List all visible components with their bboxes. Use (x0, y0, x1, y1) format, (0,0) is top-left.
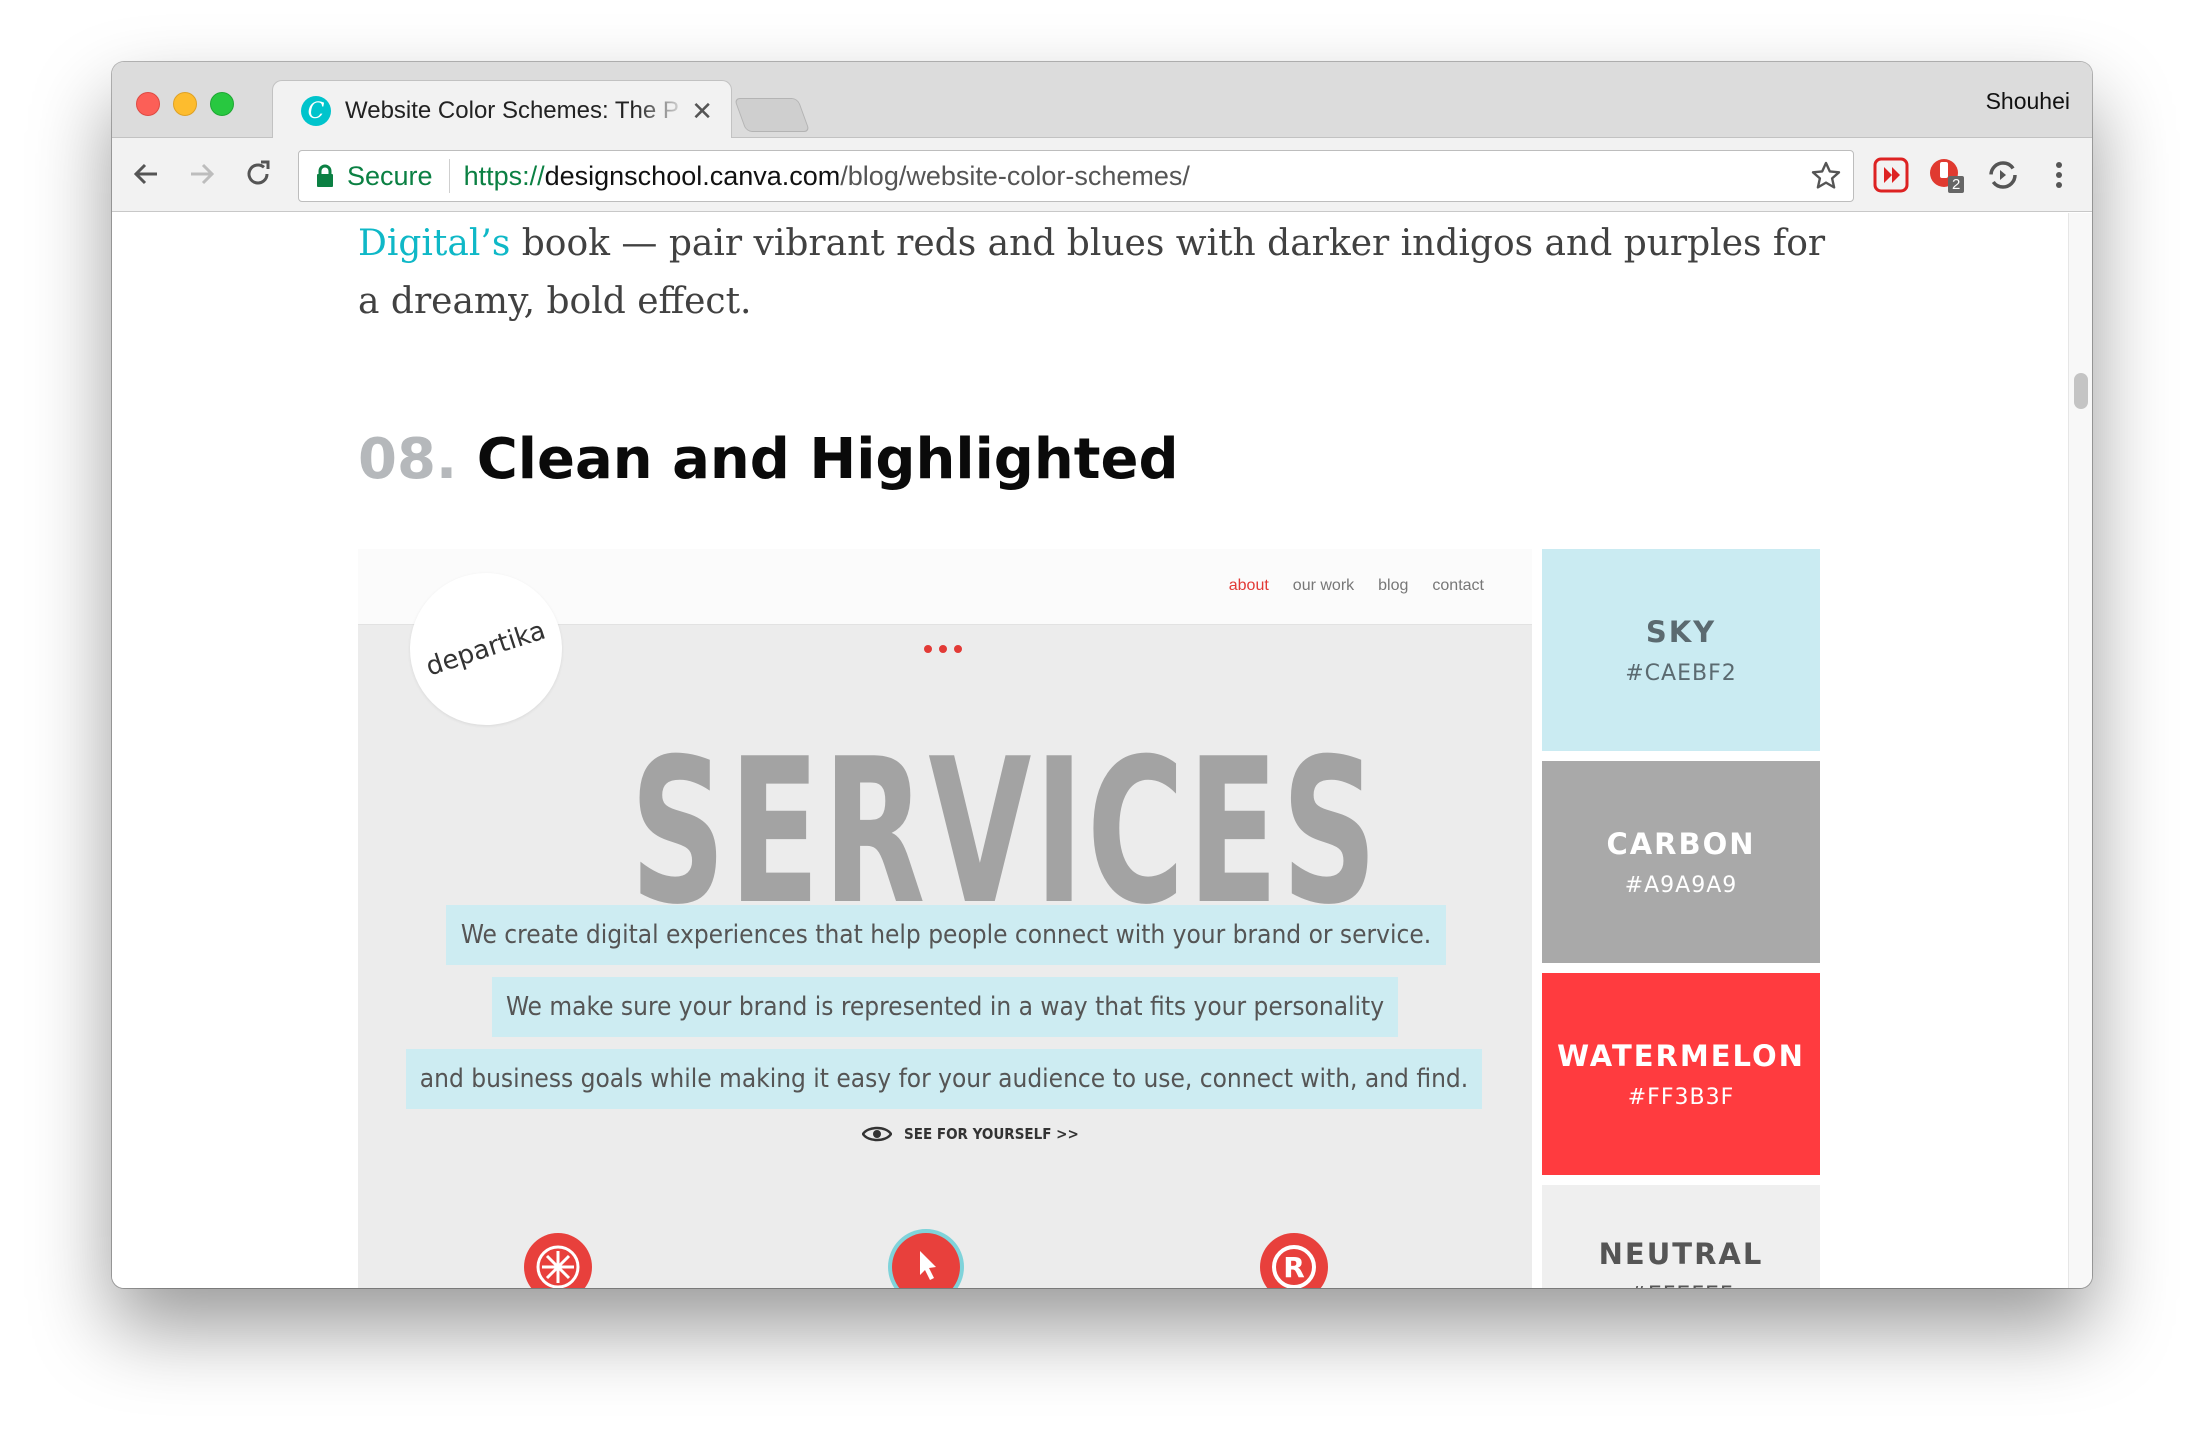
tab-active[interactable]: C Website Color Schemes: The P ✕ (272, 80, 732, 139)
example-nav-contact: contact (1432, 577, 1484, 594)
video-extension-icon[interactable] (1872, 156, 1910, 194)
swatch-carbon: CARBON #A9A9A9 (1542, 761, 1820, 963)
minimize-window-button[interactable] (173, 92, 197, 116)
tab-title: Website Color Schemes: The P (345, 97, 679, 124)
service-line-1: We create digital experiences that help … (446, 905, 1446, 965)
swatch-hex: #CAEBF2 (1625, 660, 1737, 686)
digital-book-link[interactable]: Digital’s (358, 223, 510, 264)
swatch-name: NEUTRAL (1598, 1237, 1764, 1271)
bookmark-star-icon[interactable] (1809, 159, 1843, 193)
page-content: Digital’s book — pair vibrant reds and b… (112, 213, 2092, 1288)
profile-name[interactable]: Shouhei (1986, 88, 2070, 115)
canva-favicon-icon: C (301, 96, 331, 126)
swatch-hex: #A9A9A9 (1624, 872, 1738, 898)
swatch-name: SKY (1645, 614, 1717, 649)
sync-extension-icon[interactable] (1984, 156, 2022, 194)
svg-text:R: R (1283, 1251, 1305, 1284)
swatch-name: CARBON (1606, 826, 1756, 861)
cursor-service-icon (892, 1233, 960, 1288)
eye-icon (862, 1126, 892, 1142)
swatch-name: WATERMELON (1557, 1038, 1805, 1073)
reload-button[interactable] (238, 154, 278, 194)
scrollbar-thumb[interactable] (2074, 373, 2088, 409)
section-heading: 08. Clean and Highlighted (358, 427, 1179, 492)
extension-badge-count: 2 (1948, 176, 1965, 193)
registered-service-icon: R (1260, 1233, 1328, 1288)
forward-button[interactable] (182, 154, 222, 194)
url-scheme: https:// (463, 160, 545, 191)
tab-strip: C Website Color Schemes: The P ✕ Shouhei (112, 62, 2092, 139)
arrow-right-icon (191, 163, 215, 185)
window-controls (136, 92, 234, 116)
example-nav-our-work: our work (1292, 577, 1355, 594)
departika-logo: departika (410, 573, 562, 725)
extension-badge-button[interactable]: 2 (1928, 156, 1966, 194)
section-number: 08. (358, 427, 458, 492)
swatch-sky: SKY #CAEBF2 (1542, 549, 1820, 751)
url-text[interactable]: https://designschool.canva.com/blog/webs… (464, 161, 1190, 192)
services-headline: SERVICES (630, 716, 1381, 949)
url-path: /blog/website-color-schemes/ (840, 160, 1190, 191)
tab-close-icon[interactable]: ✕ (691, 96, 713, 127)
example-nav-about: about (1228, 577, 1269, 594)
arrow-left-icon (133, 163, 157, 185)
secure-label: Secure (347, 160, 433, 191)
back-button[interactable] (126, 154, 166, 194)
see-for-yourself-link: SEE FOR YOURSELF >> (862, 1125, 1079, 1143)
address-bar[interactable]: Secure https://designschool.canva.com/bl… (298, 150, 1854, 202)
menu-kebab-icon[interactable] (2040, 156, 2078, 194)
omnibox-divider (448, 159, 450, 193)
section-title: Clean and Highlighted (476, 427, 1179, 492)
new-tab-button[interactable] (733, 98, 811, 132)
url-host: designschool.canva.com (544, 160, 841, 191)
logo-text: departika (422, 615, 550, 683)
swatch-hex: #EFEFEF (1628, 1283, 1733, 1288)
service-line-3: and business goals while making it easy … (406, 1049, 1482, 1109)
example-website-image: about our work blog contact departika SE… (358, 549, 1532, 1288)
swatch-neutral: NEUTRAL #EFEFEF (1542, 1185, 1820, 1288)
swatch-watermelon: WATERMELON #FF3B3F (1542, 973, 1820, 1175)
browser-window: C Website Color Schemes: The P ✕ Shouhei… (112, 62, 2092, 1288)
browser-toolbar: Secure https://designschool.canva.com/bl… (112, 138, 2092, 212)
paragraph-text: book — pair vibrant reds and blues with … (358, 223, 1826, 322)
example-nav-blog: blog (1378, 577, 1409, 594)
see-for-yourself-label: SEE FOR YOURSELF >> (904, 1125, 1079, 1143)
reload-icon (247, 160, 270, 185)
asterisk-service-icon (524, 1233, 592, 1288)
vertical-scrollbar[interactable] (2068, 213, 2092, 1288)
article-paragraph: Digital’s book — pair vibrant reds and b… (358, 215, 1838, 331)
service-line-2: We make sure your brand is represented i… (492, 977, 1398, 1037)
ellipsis-dots-icon (924, 645, 962, 653)
close-window-button[interactable] (136, 92, 160, 116)
zoom-window-button[interactable] (210, 92, 234, 116)
lock-icon (315, 164, 335, 188)
swatch-hex: #FF3B3F (1627, 1084, 1735, 1110)
